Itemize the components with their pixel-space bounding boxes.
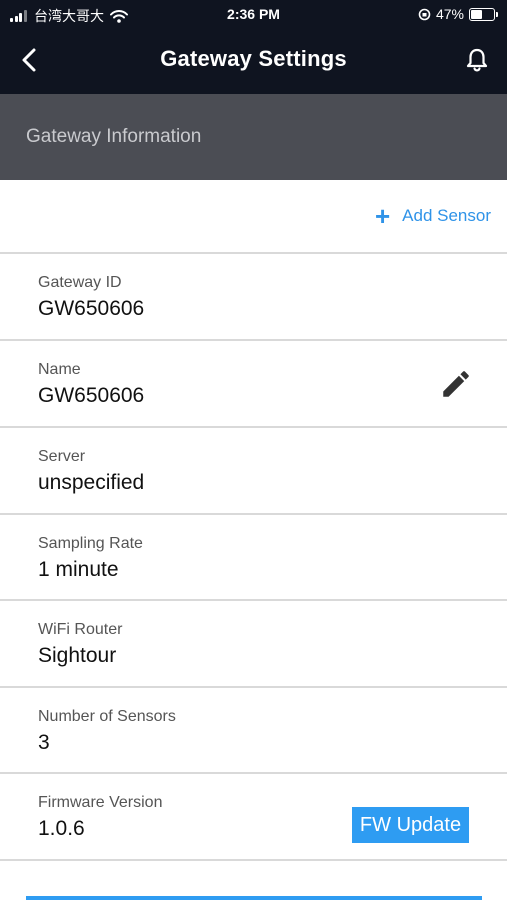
field-value: 1 minute [38, 558, 119, 581]
battery-icon [469, 7, 498, 21]
field-value: 3 [38, 731, 50, 754]
field-number-of-sensors: Number of Sensors 3 [0, 688, 507, 774]
divider [0, 859, 507, 861]
field-sampling-rate: Sampling Rate 1 minute [0, 515, 507, 601]
field-firmware-version: Firmware Version 1.0.6 FW Update [0, 774, 507, 860]
section-title: Gateway Information [26, 126, 202, 147]
bottom-accent-bar [26, 896, 482, 900]
field-server: Server unspecified [0, 428, 507, 514]
section-header: Gateway Information [0, 94, 507, 180]
field-wifi-router: WiFi Router Sightour [0, 601, 507, 687]
field-value: 1.0.6 [38, 817, 85, 840]
rotation-lock-icon [418, 8, 431, 20]
field-label: Name [38, 361, 81, 378]
field-label: Gateway ID [38, 274, 122, 291]
add-sensor-button[interactable]: + Add Sensor [374, 201, 491, 231]
field-label: Firmware Version [38, 794, 163, 811]
top-bar: 台湾大哥大 2:36 PM 47% Gateway Settings [0, 0, 507, 94]
page-title: Gateway Settings [160, 46, 347, 71]
field-label: Sampling Rate [38, 535, 143, 552]
field-value: Sightour [38, 644, 117, 667]
bell-icon[interactable] [463, 46, 491, 74]
nav-bar: Gateway Settings [0, 30, 507, 90]
status-bar: 台湾大哥大 2:36 PM 47% [0, 0, 507, 28]
plus-icon: + [374, 201, 391, 231]
field-gateway-id: Gateway ID GW650606 [0, 254, 507, 340]
status-right: 47% [418, 6, 498, 22]
pencil-icon[interactable] [439, 367, 473, 401]
battery-percent: 47% [435, 6, 464, 22]
field-label: Number of Sensors [38, 708, 176, 725]
battery-fill [471, 9, 483, 19]
field-value: unspecified [38, 471, 145, 494]
field-label: Server [38, 448, 86, 465]
field-value: GW650606 [38, 297, 145, 320]
fw-update-button[interactable]: FW Update [352, 807, 469, 843]
field-label: WiFi Router [38, 621, 123, 638]
add-sensor-label: Add Sensor [402, 206, 491, 225]
field-name: Name GW650606 [0, 341, 507, 427]
field-value: GW650606 [38, 384, 145, 407]
